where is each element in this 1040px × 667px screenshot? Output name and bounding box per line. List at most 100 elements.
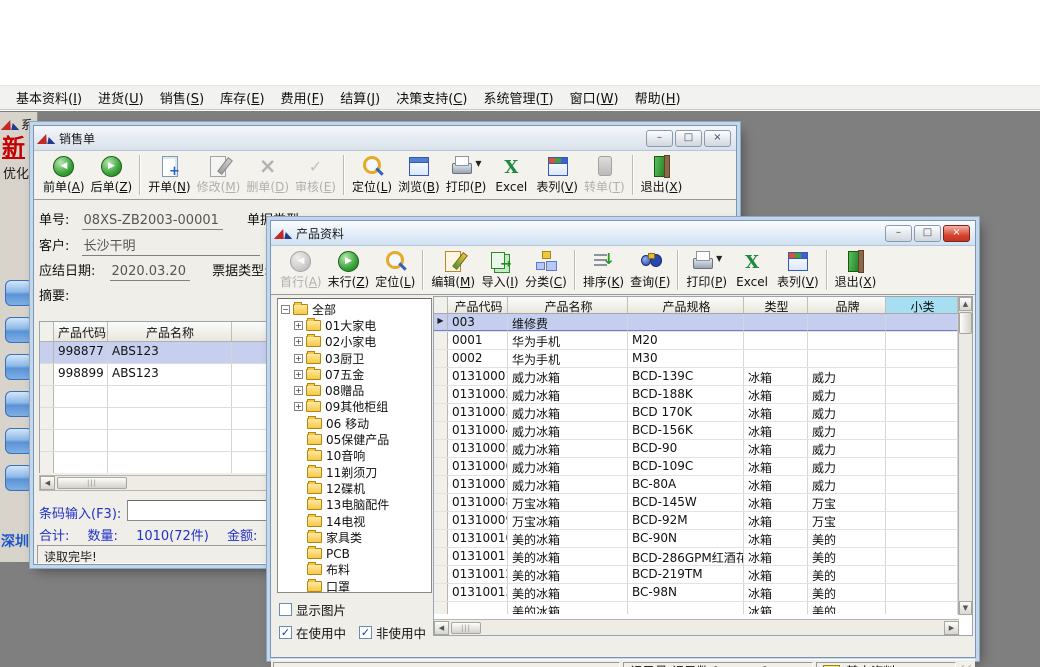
menu-item-库存[interactable]: 库存(E) xyxy=(212,86,272,109)
tree-item-13电脑配件[interactable]: 13电脑配件 xyxy=(280,497,431,513)
table-row[interactable]: 0002华为手机M30 xyxy=(434,350,972,368)
order-no-value[interactable]: 08XS-ZB2003-00001 xyxy=(82,213,223,230)
tree-item-08赠品[interactable]: +08赠品 xyxy=(280,382,431,398)
collapse-icon[interactable]: − xyxy=(281,305,290,314)
toolbar-button-查询[interactable]: 查询(F) xyxy=(627,247,673,293)
checkbox[interactable]: ✓ xyxy=(359,626,372,639)
side-button[interactable] xyxy=(5,465,33,491)
side-button[interactable] xyxy=(5,280,33,306)
table-row[interactable]: 01310007威力冰箱BC-80A冰箱威力 xyxy=(434,476,972,494)
menu-item-进货[interactable]: 进货(U) xyxy=(90,86,152,109)
expand-icon[interactable]: + xyxy=(294,354,303,363)
scroll-left-arrow-icon[interactable]: ◀ xyxy=(434,621,449,635)
product-table-vscrollbar[interactable]: ▲ ▼ xyxy=(958,297,972,615)
toolbar-button-打印[interactable]: ▼打印(P) xyxy=(443,152,490,198)
filter-not-in-use[interactable]: ✓非使用中 xyxy=(359,623,426,642)
sales-table-hscrollbar[interactable]: ◀ ||| xyxy=(39,475,271,491)
due-date-value[interactable]: 2020.03.20 xyxy=(110,264,190,281)
tree-item-PCB[interactable]: PCB xyxy=(280,545,431,561)
toolbar-button-退出[interactable]: 退出(X) xyxy=(638,152,686,198)
menu-item-帮助[interactable]: 帮助(H) xyxy=(627,86,689,109)
tree-item-11剃须刀[interactable]: 11剃须刀 xyxy=(280,464,431,480)
maximize-button[interactable]: □ xyxy=(675,130,702,147)
expand-icon[interactable]: + xyxy=(294,402,303,411)
menu-item-费用[interactable]: 费用(F) xyxy=(273,86,333,109)
table-row[interactable]: 01310009万宝冰箱BCD-92M冰箱万宝 xyxy=(434,512,972,530)
toolbar-button-编辑[interactable]: 编辑(M) xyxy=(428,247,478,293)
sales-window-titlebar[interactable]: 销售单 – □ × xyxy=(34,126,736,151)
tree-item-03厨卫[interactable]: +03厨卫 xyxy=(280,350,431,366)
minimize-button[interactable]: – xyxy=(885,225,912,242)
side-button[interactable] xyxy=(5,317,33,343)
menu-item-基本资料[interactable]: 基本资料(I) xyxy=(8,86,90,109)
category-tree[interactable]: −全部+01大家电+02小家电+03厨卫+07五金+08赠品+09其他柜组06 … xyxy=(277,298,432,593)
expand-icon[interactable]: + xyxy=(294,370,303,379)
toolbar-button-前单[interactable]: 前单(A) xyxy=(40,152,88,198)
toolbar-button-分类[interactable]: 分类(C) xyxy=(522,247,570,293)
toolbar-button-Excel[interactable]: Excel xyxy=(489,152,533,198)
close-button[interactable]: × xyxy=(704,130,731,147)
tree-item-12碟机[interactable]: 12碟机 xyxy=(280,480,431,496)
checkbox[interactable] xyxy=(279,603,292,616)
column-header-品牌[interactable]: 品牌 xyxy=(808,297,886,313)
scroll-thumb[interactable]: ||| xyxy=(451,622,481,634)
menu-item-结算[interactable]: 结算(J) xyxy=(332,86,388,109)
toolbar-button-打印[interactable]: ▼打印(P) xyxy=(683,247,730,293)
tree-item-口罩[interactable]: 口罩 xyxy=(280,578,431,593)
dropdown-arrow-icon[interactable]: ▼ xyxy=(716,254,722,263)
toolbar-button-表列[interactable]: 表列(V) xyxy=(533,152,581,198)
partial-table-row[interactable]: 美的冰箱冰箱美的 xyxy=(434,602,972,614)
column-header-产品代码[interactable]: 产品代码 xyxy=(448,297,508,313)
table-row[interactable]: 01310011美的冰箱BCD-286GPM红酒花纹冰箱美的 xyxy=(434,548,972,566)
tree-item-10音响[interactable]: 10音响 xyxy=(280,448,431,464)
table-row[interactable]: 01310001威力冰箱BCD-139C冰箱威力 xyxy=(434,368,972,386)
column-header-产品名称[interactable]: 产品名称 xyxy=(108,322,232,341)
toolbar-button-定位[interactable]: 定位(L) xyxy=(349,152,395,198)
product-window-titlebar[interactable]: 产品资料 – □ × xyxy=(271,221,975,246)
tree-item-14电视[interactable]: 14电视 xyxy=(280,513,431,529)
minimize-button[interactable]: – xyxy=(646,130,673,147)
menu-item-窗口[interactable]: 窗口(W) xyxy=(562,86,627,109)
toolbar-button-末行[interactable]: 末行(Z) xyxy=(325,247,373,293)
side-button[interactable] xyxy=(5,354,33,380)
table-row[interactable]: 01310008万宝冰箱BCD-145W冰箱万宝 xyxy=(434,494,972,512)
menu-item-系统管理[interactable]: 系统管理(T) xyxy=(475,86,561,109)
tree-item-05保健产品[interactable]: 05保健产品 xyxy=(280,431,431,447)
tree-item-06 移动[interactable]: 06 移动 xyxy=(280,415,431,431)
toolbar-button-排序[interactable]: 排序(K) xyxy=(580,247,627,293)
scroll-right-arrow-icon[interactable]: ▶ xyxy=(944,621,959,635)
table-row[interactable]: 01310005威力冰箱BCD-90冰箱威力 xyxy=(434,440,972,458)
menu-item-销售[interactable]: 销售(S) xyxy=(152,86,212,109)
toolbar-button-表列[interactable]: 表列(V) xyxy=(774,247,822,293)
scroll-thumb[interactable] xyxy=(959,312,972,334)
toolbar-button-开单[interactable]: 开单(N) xyxy=(145,152,193,198)
product-table-hscrollbar[interactable]: ◀ ||| ▶ xyxy=(434,619,959,635)
table-row[interactable]: 01310012美的冰箱BCD-219TM冰箱美的 xyxy=(434,566,972,584)
expand-icon[interactable]: + xyxy=(294,321,303,330)
tree-item-07五金[interactable]: +07五金 xyxy=(280,366,431,382)
side-button[interactable] xyxy=(5,391,33,417)
toolbar-button-Excel[interactable]: Excel xyxy=(730,247,774,293)
tree-item-01大家电[interactable]: +01大家电 xyxy=(280,317,431,333)
table-row[interactable]: 01310002威力冰箱BCD-188K冰箱威力 xyxy=(434,386,972,404)
scroll-left-arrow-icon[interactable]: ◀ xyxy=(40,476,55,490)
tree-root[interactable]: −全部 xyxy=(280,301,431,317)
toolbar-button-浏览[interactable]: 浏览(B) xyxy=(395,152,443,198)
scroll-down-arrow-icon[interactable]: ▼ xyxy=(959,601,972,615)
table-row[interactable]: 01310013美的冰箱BC-98N冰箱美的 xyxy=(434,584,972,602)
scroll-thumb[interactable]: ||| xyxy=(57,477,127,489)
table-row[interactable]: 01310004威力冰箱BCD-156K冰箱威力 xyxy=(434,422,972,440)
table-row[interactable]: 01310010美的冰箱BC-90N冰箱美的 xyxy=(434,530,972,548)
expand-icon[interactable]: + xyxy=(294,337,303,346)
table-row[interactable]: 01310006威力冰箱BCD-109C冰箱威力 xyxy=(434,458,972,476)
menu-item-决策支持[interactable]: 决策支持(C) xyxy=(388,86,475,109)
table-row[interactable]: 0001华为手机M20 xyxy=(434,332,972,350)
scroll-up-arrow-icon[interactable]: ▲ xyxy=(959,297,972,311)
column-header-小类[interactable]: 小类 xyxy=(886,297,958,313)
toolbar-button-退出[interactable]: 退出(X) xyxy=(832,247,880,293)
filter-in-use[interactable]: ✓在使用中 xyxy=(279,623,346,642)
expand-icon[interactable]: + xyxy=(294,386,303,395)
tree-item-家具类[interactable]: 家具类 xyxy=(280,529,431,545)
toolbar-button-导入[interactable]: 导入(I) xyxy=(478,247,522,293)
toolbar-button-定位[interactable]: 定位(L) xyxy=(372,247,418,293)
